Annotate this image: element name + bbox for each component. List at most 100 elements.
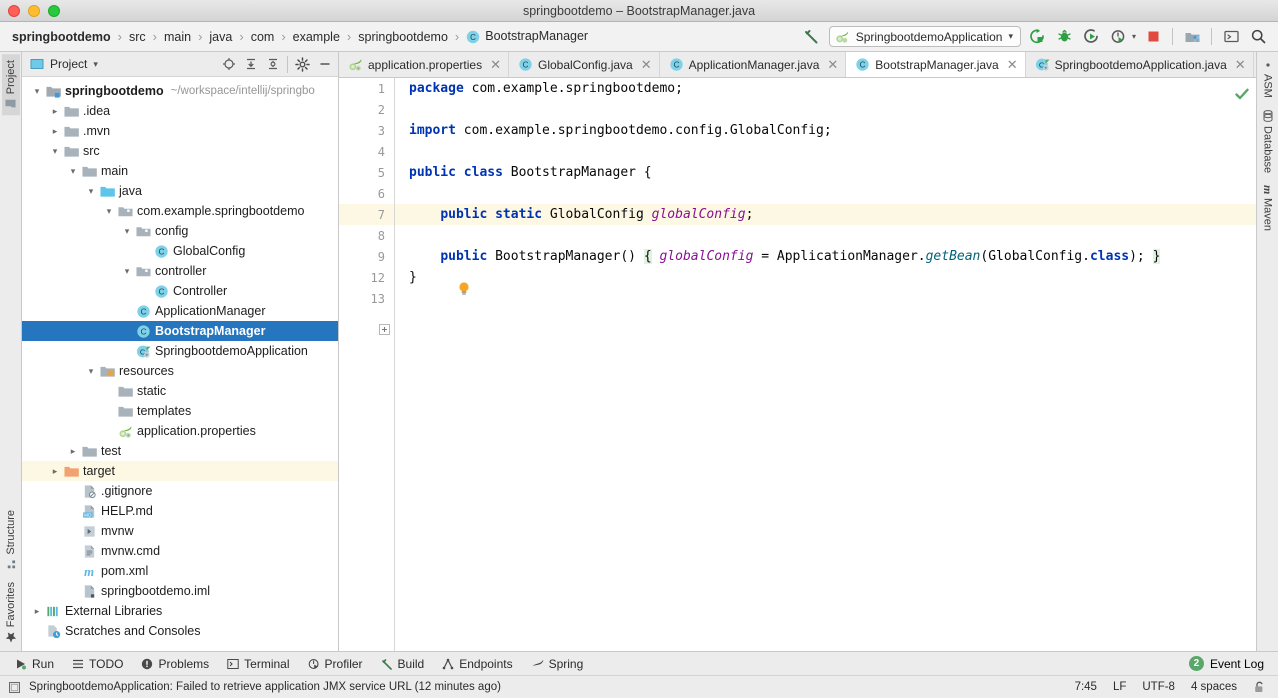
expand-all-icon[interactable] (241, 55, 260, 74)
editor-tab[interactable]: C SpringbootdemoApplication.java ✕ (1026, 52, 1254, 77)
tree-node[interactable]: ▸ External Libraries (22, 601, 338, 621)
close-tab-icon[interactable]: ✕ (1007, 57, 1018, 73)
chevron-right-icon[interactable]: ▸ (48, 126, 62, 137)
breadcrumb-item-main[interactable]: main (158, 30, 197, 44)
chevron-right-icon[interactable]: ▸ (48, 466, 62, 477)
editor-tab-bar[interactable]: application.properties ✕ C GlobalConfig.jav… (339, 52, 1256, 78)
inspection-ok-check-icon[interactable] (1234, 86, 1250, 102)
tool-button-spring[interactable]: Spring (522, 657, 593, 671)
tree-node[interactable]: static (22, 381, 338, 401)
chevron-down-icon[interactable]: ▾ (120, 226, 134, 237)
code-line[interactable]: public BootstrapManager() { globalConfig… (395, 246, 1256, 267)
tree-node[interactable]: ▾ springbootdemo ~/workspace/intellij/spri… (22, 81, 338, 101)
tree-node[interactable]: ▾ main (22, 161, 338, 181)
editor-tab[interactable]: C ApplicationManager.java ✕ (660, 52, 847, 77)
caret-position[interactable]: 7:45 (1075, 681, 1097, 693)
chevron-down-icon[interactable]: ▾ (84, 366, 98, 377)
tool-button-profiler[interactable]: Profiler (299, 657, 372, 671)
tree-node[interactable]: MD HELP.md (22, 501, 338, 521)
tree-node[interactable]: ▾ config (22, 221, 338, 241)
tree-node[interactable]: Scratches and Consoles (22, 621, 338, 641)
collapse-all-icon[interactable] (263, 55, 282, 74)
sidebar-item-project[interactable]: Project (1, 54, 20, 116)
build-hammer-icon[interactable] (802, 27, 822, 47)
tree-node[interactable]: ▸ target (22, 461, 338, 481)
hide-panel-icon[interactable] (315, 55, 334, 74)
stop-icon[interactable] (1143, 27, 1163, 47)
code-line[interactable] (395, 99, 1256, 120)
tree-node[interactable]: m pom.xml (22, 561, 338, 581)
search-everywhere-icon[interactable] (1248, 27, 1268, 47)
breadcrumb-item-java[interactable]: java (203, 30, 238, 44)
indent-setting[interactable]: 4 spaces (1191, 681, 1237, 693)
chevron-down-icon[interactable]: ▾ (48, 146, 62, 157)
tree-node[interactable]: ▾ java (22, 181, 338, 201)
unlocked-icon[interactable] (1253, 680, 1266, 694)
sidebar-item-asm[interactable]: ASM (1259, 54, 1277, 104)
run-with-coverage-icon[interactable] (1082, 27, 1102, 47)
status-message[interactable]: SpringbootdemoApplication: Failed to ret… (29, 681, 501, 693)
sidebar-item-database[interactable]: Database (1259, 104, 1277, 179)
tool-button-build[interactable]: Build (372, 657, 434, 671)
project-structure-icon[interactable] (1182, 27, 1202, 47)
close-tab-icon[interactable]: ✕ (641, 57, 652, 73)
code-fold-marker-icon[interactable] (379, 324, 390, 335)
code-line[interactable] (395, 225, 1256, 246)
tool-button-todo[interactable]: TODO (63, 657, 132, 671)
editor-tab[interactable]: C GlobalConfig.java ✕ (509, 52, 660, 77)
chevron-right-icon[interactable]: ▸ (48, 106, 62, 117)
chevron-down-icon[interactable]: ▾ (93, 59, 98, 70)
chevron-right-icon[interactable]: ▸ (66, 446, 80, 457)
run-configuration-selector[interactable]: SpringbootdemoApplication ▾ (828, 26, 1021, 47)
tree-node[interactable]: ▸ test (22, 441, 338, 461)
breadcrumb-item-class[interactable]: C BootstrapManager (460, 29, 594, 44)
breadcrumb-item-src[interactable]: src (123, 30, 152, 44)
sidebar-item-structure[interactable]: Structure (2, 504, 20, 576)
tree-node[interactable]: application.properties (22, 421, 338, 441)
chevron-down-icon[interactable]: ▾ (84, 186, 98, 197)
console-icon[interactable] (8, 681, 21, 694)
settings-gear-icon[interactable] (293, 55, 312, 74)
tree-node[interactable]: ▸ .mvn (22, 121, 338, 141)
line-separator[interactable]: LF (1113, 681, 1126, 693)
tree-node[interactable]: C SpringbootdemoApplication (22, 341, 338, 361)
tree-node[interactable]: mvnw (22, 521, 338, 541)
tool-button-terminal[interactable]: Terminal (218, 657, 298, 671)
editor-gutter[interactable]: 1 2 3 4 5 6 7 8 9 12 13 (339, 78, 395, 651)
tree-node[interactable]: C GlobalConfig (22, 241, 338, 261)
project-tree[interactable]: ▾ springbootdemo ~/workspace/intellij/spri… (22, 77, 338, 651)
chevron-down-icon[interactable]: ▾ (120, 266, 134, 277)
code-line[interactable] (395, 183, 1256, 204)
tool-button-problems[interactable]: Problems (132, 657, 218, 671)
code-line[interactable]: public class BootstrapManager { (395, 162, 1256, 183)
breadcrumb-item-com[interactable]: com (245, 30, 281, 44)
sidebar-item-favorites[interactable]: Favorites (2, 576, 20, 649)
tree-node[interactable]: C Controller (22, 281, 338, 301)
tree-node[interactable]: C BootstrapManager (22, 321, 338, 341)
tool-button-run[interactable]: Run (6, 657, 63, 671)
code-text-area[interactable]: package com.example.springbootdemo; impo… (395, 78, 1256, 651)
chevron-down-icon[interactable]: ▾ (30, 86, 44, 97)
code-line[interactable]: public static GlobalConfig globalConfig; (395, 204, 1256, 225)
code-line[interactable] (395, 288, 1256, 309)
tree-node[interactable]: ▾ controller (22, 261, 338, 281)
breadcrumb-item-example[interactable]: example (287, 30, 346, 44)
terminal-icon[interactable] (1221, 27, 1241, 47)
tree-node[interactable]: .gitignore (22, 481, 338, 501)
close-tab-icon[interactable]: ✕ (827, 57, 838, 73)
tree-node[interactable]: springbootdemo.iml (22, 581, 338, 601)
breadcrumb-item-project[interactable]: springbootdemo (6, 30, 117, 44)
editor-tab[interactable]: C BootstrapManager.java ✕ (846, 52, 1026, 77)
inspection-gutter[interactable] (1234, 78, 1256, 651)
chevron-right-icon[interactable]: ▸ (30, 606, 44, 617)
code-editor[interactable]: 1 2 3 4 5 6 7 8 9 12 13 package com.example.spring… (339, 78, 1256, 651)
code-line[interactable]: } (395, 267, 1256, 288)
breadcrumb-item-springbootdemo[interactable]: springbootdemo (352, 30, 454, 44)
sidebar-item-maven[interactable]: m Maven (1257, 179, 1278, 237)
chevron-down-icon[interactable]: ▾ (66, 166, 80, 177)
tree-node[interactable]: mvnw.cmd (22, 541, 338, 561)
tree-node[interactable]: ▾ com.example.springbootdemo (22, 201, 338, 221)
close-tab-icon[interactable]: ✕ (490, 57, 501, 73)
editor-tab[interactable]: application.properties ✕ (339, 52, 509, 77)
debug-icon[interactable] (1055, 27, 1075, 47)
